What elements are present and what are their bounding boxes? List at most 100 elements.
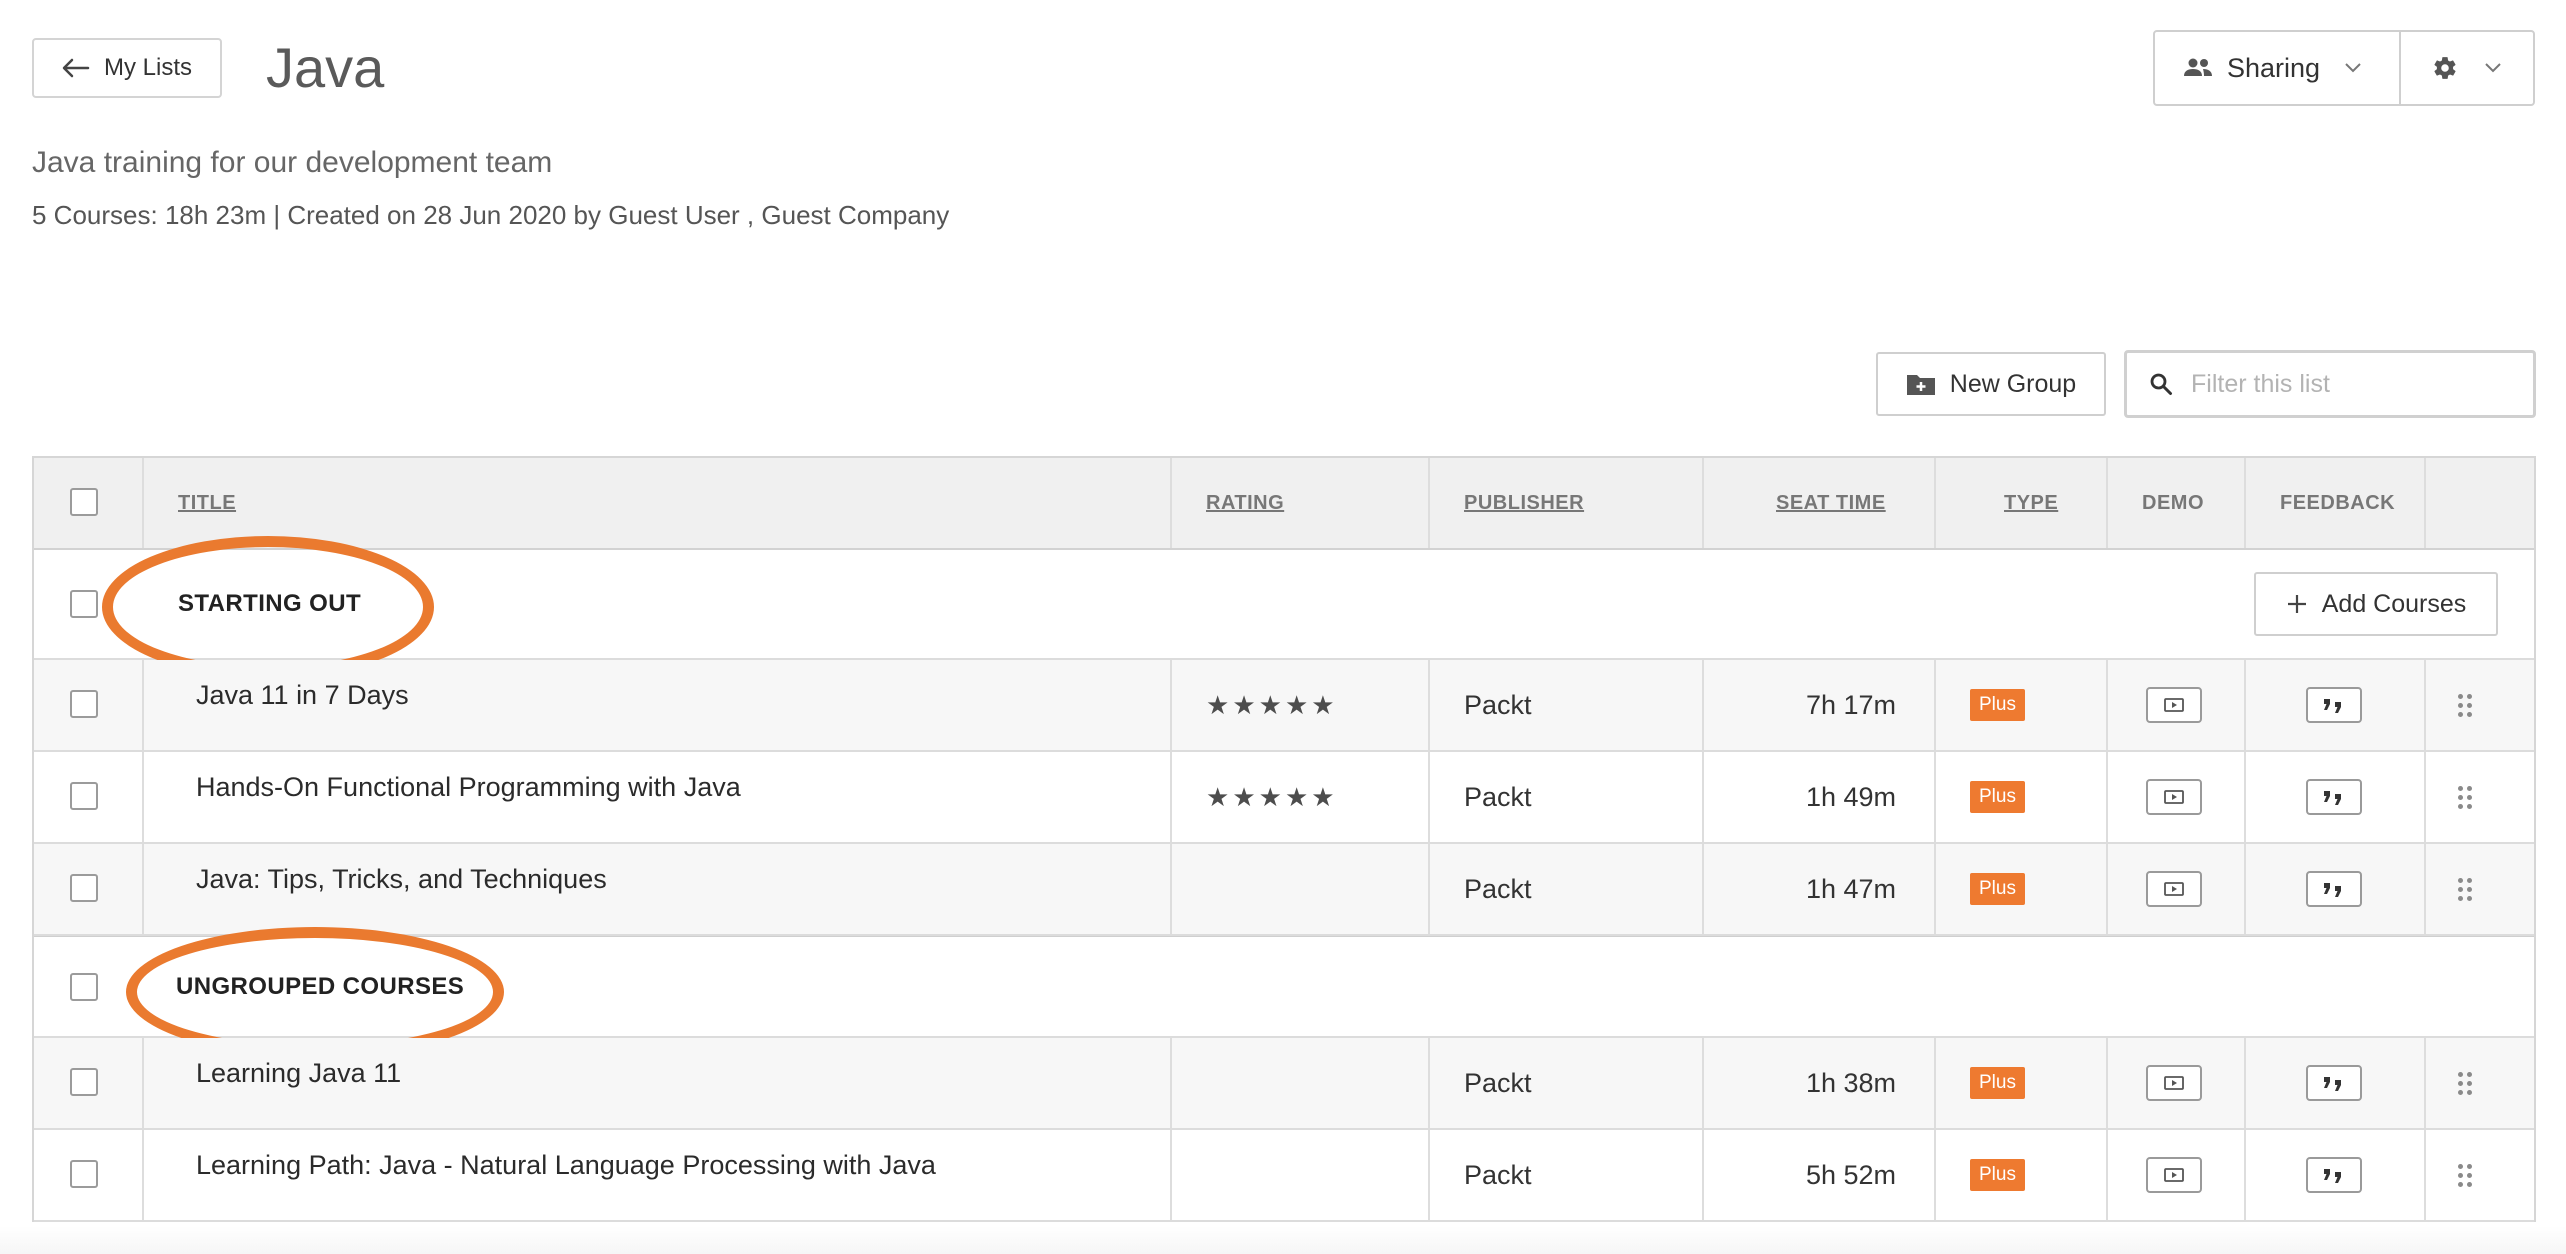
course-publisher: Packt [1464,873,1532,904]
list-meta: 5 Courses: 18h 23m | Created on 28 Jun 2… [32,200,950,230]
group-row-ungrouped-courses: UNGROUPED COURSES [34,927,2534,1057]
course-row[interactable]: Learning Java 11 Packt 1h 38m Plus [34,1038,2534,1130]
drag-handle-icon[interactable] [2458,693,2472,717]
course-publisher: Packt [1464,1067,1532,1098]
drag-handle-icon[interactable] [2458,877,2472,901]
course-row[interactable]: Java 11 in 7 Days ★ ★ ★ ★ ★ Packt 7h 17m Plu… [34,660,2534,752]
course-title[interactable]: Java 11 in 7 Days [196,660,409,730]
course-seat-time: 1h 38m [1805,1067,1896,1098]
demo-button[interactable] [2146,779,2202,815]
course-seat-time: 5h 52m [1805,1159,1896,1190]
chevron-down-icon [2485,63,2501,73]
star-icon: ★ [1311,690,1335,720]
group-row-starting-out: STARTING OUT Add Courses [34,536,2534,678]
quote-icon [2324,699,2341,713]
new-group-button[interactable]: New Group [1876,352,2106,416]
feedback-button[interactable] [2306,1065,2362,1101]
feedback-button[interactable] [2306,1157,2362,1193]
play-video-icon [2164,1168,2184,1182]
filter-field[interactable] [2124,350,2536,418]
page-bottom-shadow [0,1226,2566,1254]
course-row[interactable]: Hands-On Functional Programming with Jav… [34,752,2534,844]
course-checkbox[interactable] [70,1068,98,1096]
add-courses-button[interactable]: Add Courses [2254,572,2498,636]
column-header-title[interactable]: TITLE [178,458,236,548]
back-label: My Lists [103,54,192,81]
course-list-table: TITLE RATING PUBLISHER SEAT TIME TYPE DE… [32,456,2536,1222]
course-row[interactable]: Java: Tips, Tricks, and Techniques Packt… [34,844,2534,936]
list-description: Java training for our development team [32,146,553,179]
course-publisher: Packt [1464,1159,1532,1190]
quote-icon [2324,883,2341,897]
page-title: Java [266,36,385,99]
search-icon [2150,373,2172,395]
course-checkbox[interactable] [70,874,98,902]
select-all-checkbox[interactable] [70,488,98,516]
gear-icon [2434,57,2456,79]
add-courses-label: Add Courses [2321,589,2467,618]
star-rating: ★ ★ ★ ★ ★ [1206,692,1335,718]
table-header-row: TITLE RATING PUBLISHER SEAT TIME TYPE DE… [34,458,2534,550]
star-icon: ★ [1206,690,1230,720]
feedback-button[interactable] [2306,871,2362,907]
folder-plus-icon [1906,375,1935,395]
course-row[interactable]: Learning Path: Java - Natural Language P… [34,1130,2534,1222]
quote-icon [2324,1169,2341,1183]
sharing-label: Sharing [2227,52,2321,83]
filter-input[interactable] [2189,368,2523,400]
chevron-down-icon [2345,63,2361,73]
course-publisher: Packt [1464,689,1532,720]
new-group-label: New Group [1949,369,2077,398]
star-icon: ★ [1284,690,1309,720]
course-checkbox[interactable] [70,690,98,718]
group-checkbox[interactable] [70,973,98,1001]
sharing-dropdown[interactable]: Sharing [2153,30,2401,106]
demo-button[interactable] [2146,1157,2202,1193]
quote-icon [2324,791,2341,805]
quote-icon [2324,1077,2341,1091]
back-to-my-lists-button[interactable]: My Lists [32,38,222,98]
course-checkbox[interactable] [70,782,98,810]
drag-handle-icon[interactable] [2458,785,2472,809]
play-video-icon [2164,790,2184,804]
star-icon: ★ [1258,690,1282,720]
course-checkbox[interactable] [70,1160,98,1188]
settings-dropdown[interactable] [2399,30,2535,106]
course-title[interactable]: Hands-On Functional Programming with Jav… [196,752,741,822]
column-header-publisher[interactable]: PUBLISHER [1464,458,1584,548]
course-rating: ★ ★ ★ ★ ★ [1206,752,1335,842]
play-video-icon [2164,1076,2184,1090]
group-checkbox[interactable] [70,590,98,618]
column-header-feedback: FEEDBACK [2280,491,2396,514]
type-badge: Plus [1970,781,2025,813]
type-badge: Plus [1970,689,2025,721]
star-icon: ★ [1232,690,1256,720]
drag-handle-icon[interactable] [2458,1163,2472,1187]
demo-button[interactable] [2146,871,2202,907]
type-badge: Plus [1970,1159,2025,1191]
type-badge: Plus [1970,873,2025,905]
column-header-rating[interactable]: RATING [1206,458,1284,548]
demo-button[interactable] [2146,687,2202,723]
arrow-left-icon [62,58,90,78]
course-seat-time: 7h 17m [1805,689,1896,720]
star-icon: ★ [1232,782,1256,812]
course-title[interactable]: Learning Java 11 [196,1038,401,1108]
demo-button[interactable] [2146,1065,2202,1101]
course-title[interactable]: Java: Tips, Tricks, and Techniques [196,844,607,914]
star-icon: ★ [1311,782,1335,812]
group-title: UNGROUPED COURSES [176,972,465,1000]
drag-handle-icon[interactable] [2458,1071,2472,1095]
feedback-button[interactable] [2306,687,2362,723]
plus-icon [2287,595,2306,613]
column-header-demo: DEMO [2142,491,2204,514]
course-seat-time: 1h 47m [1805,873,1896,904]
course-title[interactable]: Learning Path: Java - Natural Language P… [196,1130,936,1200]
column-header-seat-time[interactable]: SEAT TIME [1776,458,1886,548]
feedback-button[interactable] [2306,779,2362,815]
people-icon [2184,58,2212,76]
type-badge: Plus [1970,1067,2025,1099]
column-header-type[interactable]: TYPE [2004,458,2058,548]
star-icon: ★ [1258,782,1282,812]
course-seat-time: 1h 49m [1805,781,1896,812]
